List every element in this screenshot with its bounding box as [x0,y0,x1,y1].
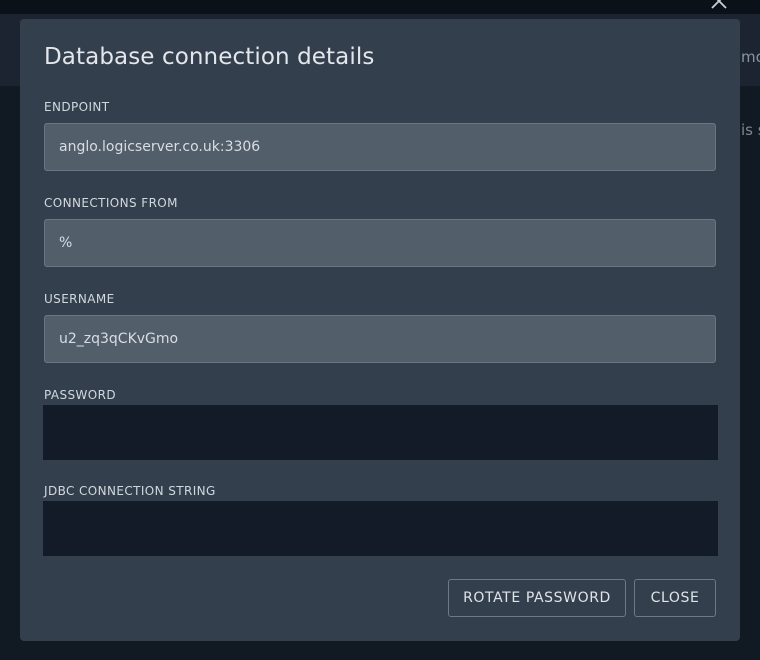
endpoint-label: ENDPOINT [44,100,110,114]
rotate-password-button[interactable]: ROTATE PASSWORD [448,579,626,617]
close-button[interactable]: CLOSE [634,579,716,617]
endpoint-field[interactable] [44,123,716,171]
connections-from-field[interactable] [44,219,716,267]
background-body-text: is s [741,121,760,139]
background-top-bar [0,0,760,14]
username-label: USERNAME [44,292,115,306]
password-field[interactable] [43,405,718,460]
connections-from-label: CONNECTIONS FROM [44,196,178,210]
close-icon[interactable] [708,0,730,10]
jdbc-connection-string-label: JDBC CONNECTION STRING [44,484,216,498]
connection-details-modal: Database connection details ENDPOINT CON… [20,19,740,641]
background-header-text: mo [741,48,760,66]
username-field[interactable] [44,315,716,363]
modal-title: Database connection details [44,44,375,70]
jdbc-connection-string-field[interactable] [43,501,718,556]
password-label: PASSWORD [44,388,117,402]
